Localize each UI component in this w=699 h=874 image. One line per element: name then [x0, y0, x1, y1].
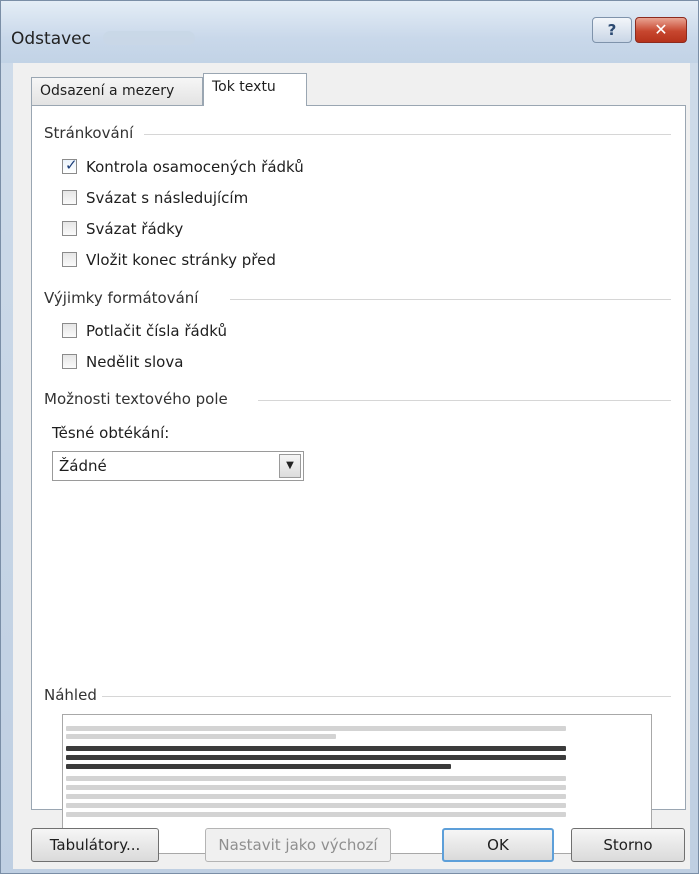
section-title-preview: Náhled	[44, 686, 97, 704]
preview-line	[66, 794, 566, 799]
section-title-formatting-exceptions: Výjimky formátování	[44, 289, 199, 307]
set-as-default-button[interactable]: Nastavit jako výchozí	[205, 828, 391, 862]
checkbox-label: Kontrola osamocených řádků	[86, 158, 304, 176]
preview-line	[66, 812, 566, 817]
checkmark-icon: ✓	[65, 156, 78, 174]
preview-line	[66, 734, 336, 739]
dialog-title: Odstavec	[11, 29, 91, 49]
preview-line	[66, 755, 566, 760]
paragraph-dialog: Odstavec ? ✕ Odsazení a mezery Tok textu…	[0, 0, 699, 874]
tab-indents-spacing[interactable]: Odsazení a mezery	[31, 77, 203, 105]
tabs-button[interactable]: Tabulátory...	[31, 828, 159, 862]
tight-wrap-label: Těsné obtékání:	[52, 424, 170, 442]
section-title-pagination: Stránkování	[44, 124, 134, 142]
section-divider	[102, 696, 671, 697]
preview-line	[66, 785, 566, 790]
close-icon: ✕	[654, 20, 668, 39]
tab-label: Odsazení a mezery	[40, 83, 175, 99]
section-divider	[144, 134, 671, 135]
checkbox-label: Nedělit slova	[86, 353, 184, 371]
ok-button[interactable]: OK	[442, 828, 554, 862]
cancel-button[interactable]: Storno	[571, 828, 685, 862]
tab-text-flow[interactable]: Tok textu	[203, 73, 307, 106]
checkbox-box[interactable]: ✓	[62, 156, 78, 174]
section-title-textbox-options: Možnosti textového pole	[44, 390, 228, 408]
tight-wrap-select[interactable]: Žádné ▼	[52, 451, 304, 481]
chevron-down-icon[interactable]: ▼	[279, 454, 301, 478]
checkbox-label: Potlačit čísla řádků	[86, 322, 227, 340]
preview-line	[66, 803, 566, 808]
checkbox-box[interactable]	[62, 252, 77, 267]
dialog-body: Odsazení a mezery Tok textu Stránkování …	[13, 63, 690, 869]
preview-line	[66, 764, 451, 769]
section-divider	[258, 400, 671, 401]
preview-line	[66, 746, 566, 751]
help-button[interactable]: ?	[592, 17, 632, 43]
checkbox-label: Svázat řádky	[86, 220, 184, 238]
checkbox-box[interactable]	[62, 190, 77, 205]
preview-line	[66, 726, 566, 731]
checkbox-box[interactable]	[62, 323, 77, 338]
tab-label: Tok textu	[212, 79, 276, 95]
select-value: Žádné	[59, 457, 107, 475]
checkbox-box[interactable]	[62, 221, 77, 236]
close-button[interactable]: ✕	[635, 17, 687, 43]
preview-line	[66, 776, 566, 781]
blurred-title-suffix	[103, 31, 195, 45]
checkbox-label: Vložit konec stránky před	[86, 251, 276, 269]
checkbox-label: Svázat s následujícím	[86, 189, 249, 207]
title-bar[interactable]: Odstavec ? ✕	[1, 1, 698, 63]
tab-panel: Stránkování ✓ Kontrola osamocených řádků…	[31, 105, 686, 854]
checkbox-box[interactable]	[62, 354, 77, 369]
section-divider	[230, 299, 671, 300]
